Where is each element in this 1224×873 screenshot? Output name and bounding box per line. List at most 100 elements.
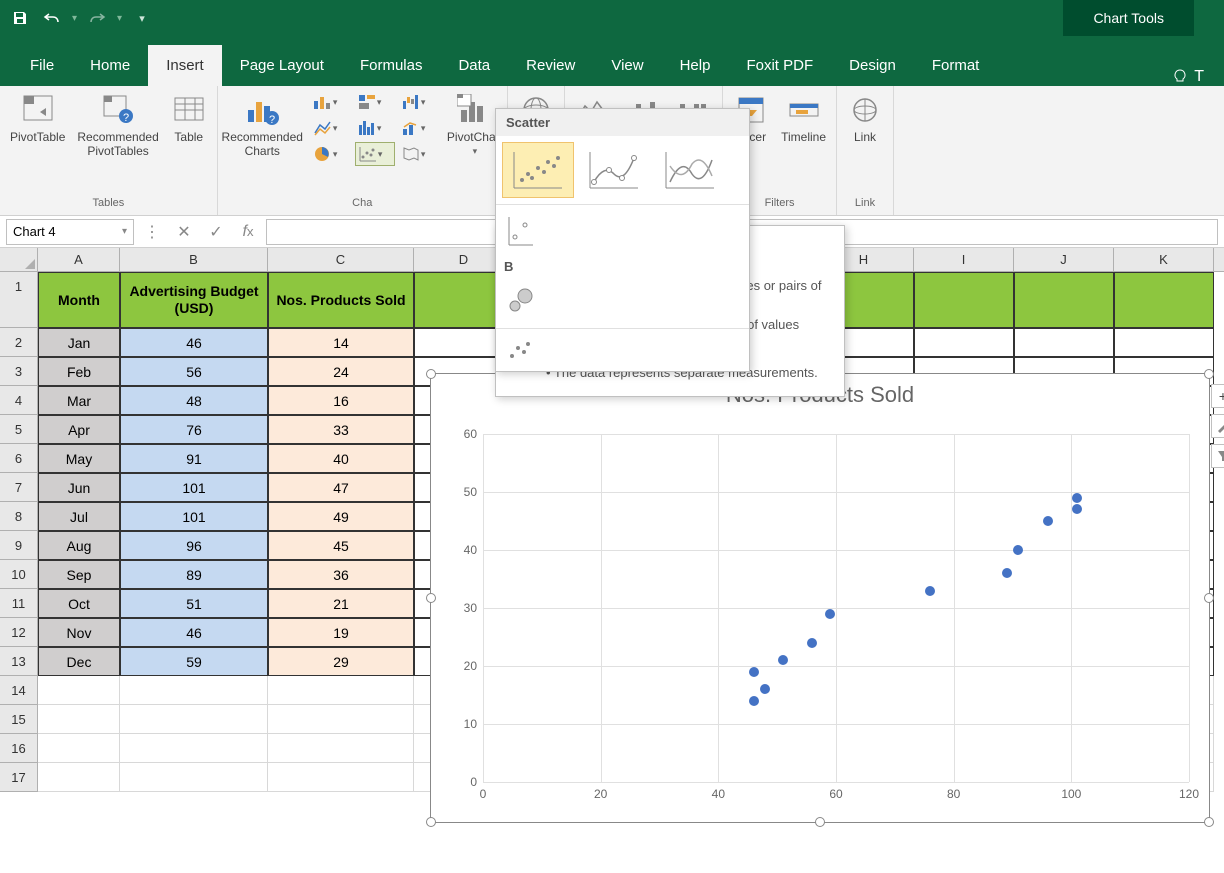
cell[interactable] xyxy=(120,763,268,792)
scatter-option-smooth-lines[interactable] xyxy=(654,142,726,198)
cell[interactable]: Sep xyxy=(38,560,120,589)
cell[interactable] xyxy=(914,328,1014,357)
cell[interactable]: 96 xyxy=(120,531,268,560)
map-chart-button[interactable]: ▾ xyxy=(399,142,439,166)
data-point[interactable] xyxy=(760,684,770,694)
cell[interactable]: 40 xyxy=(268,444,414,473)
row-header[interactable]: 13 xyxy=(0,647,38,676)
table-button[interactable]: Table xyxy=(167,90,211,146)
cell[interactable]: 48 xyxy=(120,386,268,415)
column-header-a[interactable]: A xyxy=(38,248,120,271)
chart-elements-button[interactable]: + xyxy=(1211,384,1224,408)
cell[interactable]: Jan xyxy=(38,328,120,357)
tab-help[interactable]: Help xyxy=(662,45,729,86)
cell[interactable] xyxy=(38,763,120,792)
cell[interactable]: Jul xyxy=(38,502,120,531)
tab-insert[interactable]: Insert xyxy=(148,45,222,86)
scatter-more-options[interactable] xyxy=(502,335,538,365)
chevron-down-icon[interactable]: ▾ xyxy=(122,226,127,237)
row-header[interactable]: 12 xyxy=(0,618,38,647)
chart-handle-nw[interactable] xyxy=(426,369,436,379)
cell[interactable]: Oct xyxy=(38,589,120,618)
data-point[interactable] xyxy=(749,667,759,677)
tab-data[interactable]: Data xyxy=(440,45,508,86)
pie-chart-button[interactable]: ▾ xyxy=(311,142,351,166)
name-box[interactable]: Chart 4 ▾ xyxy=(6,219,134,245)
scatter-option-smooth-lines-markers[interactable] xyxy=(578,142,650,198)
data-point[interactable] xyxy=(807,638,817,648)
data-point[interactable] xyxy=(1072,504,1082,514)
tell-me[interactable]: T xyxy=(1172,68,1212,86)
column-header-j[interactable]: J xyxy=(1014,248,1114,271)
data-point[interactable] xyxy=(1043,516,1053,526)
tab-review[interactable]: Review xyxy=(508,45,593,86)
cell[interactable] xyxy=(268,705,414,734)
row-header[interactable]: 6 xyxy=(0,444,38,473)
cell[interactable]: 51 xyxy=(120,589,268,618)
cell[interactable] xyxy=(268,676,414,705)
hierarchy-chart-button[interactable]: ▾ xyxy=(355,90,395,114)
chart-handle-s[interactable] xyxy=(815,817,825,827)
cell[interactable]: 101 xyxy=(120,473,268,502)
cell[interactable] xyxy=(38,734,120,763)
data-point[interactable] xyxy=(1072,493,1082,503)
cell[interactable]: 14 xyxy=(268,328,414,357)
column-header-b[interactable]: B xyxy=(120,248,268,271)
recommended-charts-button[interactable]: ? Recommended Charts xyxy=(218,90,307,160)
undo-dropdown-icon[interactable]: ▾ xyxy=(72,13,77,24)
recommended-pivottables-button[interactable]: ? Recommended PivotTables xyxy=(73,90,162,160)
waterfall-chart-button[interactable]: ▾ xyxy=(399,90,439,114)
cell[interactable]: 45 xyxy=(268,531,414,560)
row-header[interactable]: 7 xyxy=(0,473,38,502)
y-axis[interactable]: 0102030405060 xyxy=(451,434,481,782)
cell[interactable]: 91 xyxy=(120,444,268,473)
cell[interactable]: Nos. Products Sold xyxy=(268,272,414,328)
row-header[interactable]: 10 xyxy=(0,560,38,589)
cell[interactable]: 89 xyxy=(120,560,268,589)
scatter-chart-button[interactable]: ▾ xyxy=(355,142,395,166)
row-header[interactable]: 11 xyxy=(0,589,38,618)
cell[interactable]: 24 xyxy=(268,357,414,386)
cell[interactable]: 59 xyxy=(120,647,268,676)
cell[interactable]: 101 xyxy=(120,502,268,531)
undo-button[interactable] xyxy=(40,6,64,30)
cell[interactable] xyxy=(1014,272,1114,328)
cell[interactable] xyxy=(914,272,1014,328)
cell[interactable]: 16 xyxy=(268,386,414,415)
redo-button[interactable] xyxy=(85,6,109,30)
bubble-option[interactable] xyxy=(502,282,538,322)
cell[interactable] xyxy=(1014,328,1114,357)
line-chart-button[interactable]: ▾ xyxy=(311,116,351,140)
cell[interactable] xyxy=(38,676,120,705)
enter-formula-button[interactable]: ✓ xyxy=(202,219,230,245)
cell[interactable] xyxy=(120,705,268,734)
cell[interactable]: 36 xyxy=(268,560,414,589)
cell[interactable] xyxy=(1114,272,1214,328)
data-point[interactable] xyxy=(749,696,759,706)
column-chart-button[interactable]: ▾ xyxy=(311,90,351,114)
cell[interactable]: Aug xyxy=(38,531,120,560)
cell[interactable] xyxy=(1114,328,1214,357)
column-header-i[interactable]: I xyxy=(914,248,1014,271)
column-header-c[interactable]: C xyxy=(268,248,414,271)
row-header[interactable]: 2 xyxy=(0,328,38,357)
cell[interactable] xyxy=(268,763,414,792)
row-header[interactable]: 1 xyxy=(0,272,38,328)
combo-chart-button[interactable]: ▾ xyxy=(399,116,439,140)
chart-styles-button[interactable] xyxy=(1211,414,1224,438)
pivottable-button[interactable]: PivotTable xyxy=(6,90,69,146)
save-button[interactable] xyxy=(8,6,32,30)
row-header[interactable]: 9 xyxy=(0,531,38,560)
cell[interactable]: Month xyxy=(38,272,120,328)
data-point[interactable] xyxy=(778,655,788,665)
tab-design[interactable]: Design xyxy=(831,45,914,86)
x-axis[interactable]: 020406080100120 xyxy=(483,787,1189,812)
column-header-k[interactable]: K xyxy=(1114,248,1214,271)
cell[interactable]: 33 xyxy=(268,415,414,444)
row-header[interactable]: 14 xyxy=(0,676,38,705)
select-all-corner[interactable] xyxy=(0,248,38,271)
row-header[interactable]: 16 xyxy=(0,734,38,763)
cell[interactable]: 76 xyxy=(120,415,268,444)
redo-dropdown-icon[interactable]: ▾ xyxy=(117,13,122,24)
chart-filters-button[interactable] xyxy=(1211,444,1224,468)
